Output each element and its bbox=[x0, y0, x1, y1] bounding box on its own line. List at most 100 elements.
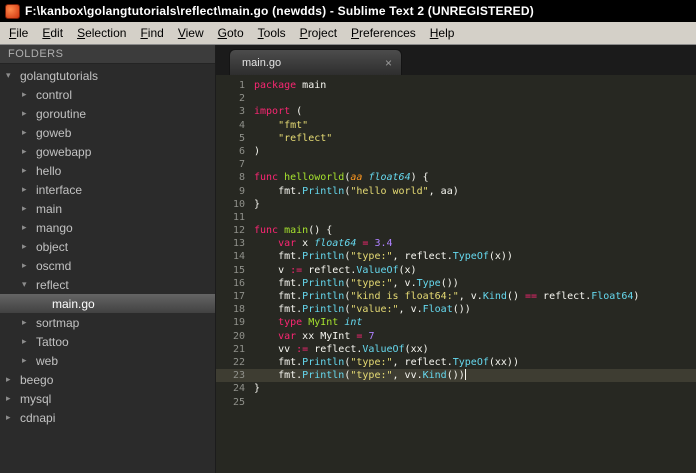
code-line[interactable]: 17 fmt.Println("kind is float64:", v.Kin… bbox=[216, 290, 696, 303]
chevron-right-icon[interactable]: ▸ bbox=[22, 165, 36, 176]
chevron-down-icon[interactable]: ▾ bbox=[6, 70, 20, 81]
code-line[interactable]: 8 func helloworld(aa float64) { bbox=[216, 171, 696, 184]
tree-item-mango[interactable]: ▸ mango bbox=[0, 218, 215, 237]
sidebar: FOLDERS ▾ golangtutorials ▸ control ▸ gorouti… bbox=[0, 45, 216, 473]
tree-item-beego[interactable]: ▸ beego bbox=[0, 370, 215, 389]
line-number: 6 bbox=[238, 145, 245, 157]
code-line[interactable]: 10} bbox=[216, 198, 696, 211]
code-line[interactable]: 7 bbox=[216, 158, 696, 171]
menu-item-preferences[interactable]: Preferences bbox=[344, 23, 423, 43]
code-text: var xx MyInt = 7 bbox=[278, 330, 375, 342]
chevron-right-icon[interactable]: ▸ bbox=[22, 336, 36, 347]
chevron-right-icon[interactable]: ▸ bbox=[6, 412, 20, 423]
line-number: 10 bbox=[232, 198, 245, 210]
tree-item-goweb[interactable]: ▸ goweb bbox=[0, 123, 215, 142]
code-line[interactable]: 13 var x float64 = 3.4 bbox=[216, 237, 696, 250]
code-line[interactable]: 3 import ( bbox=[216, 105, 696, 118]
menu-item-tools[interactable]: Tools bbox=[251, 23, 293, 43]
tree-item-web[interactable]: ▸ web bbox=[0, 351, 215, 370]
tree-item-gowebapp[interactable]: ▸ gowebapp bbox=[0, 142, 215, 161]
chevron-right-icon[interactable]: ▸ bbox=[22, 355, 36, 366]
menu-item-find[interactable]: Find bbox=[133, 23, 170, 43]
chevron-right-icon[interactable]: ▸ bbox=[6, 393, 20, 404]
chevron-right-icon[interactable]: ▸ bbox=[22, 108, 36, 119]
chevron-right-icon[interactable]: ▸ bbox=[22, 222, 36, 233]
menu-bar: File Edit Selection Find View Goto Tools Projec… bbox=[0, 22, 696, 45]
folders-header: FOLDERS bbox=[0, 45, 215, 64]
menu-item-view[interactable]: View bbox=[171, 23, 211, 43]
chevron-right-icon[interactable]: ▸ bbox=[6, 374, 20, 385]
tab-close-icon[interactable]: × bbox=[385, 57, 392, 69]
code-text: fmt.Println("type:", reflect.TypeOf(xx)) bbox=[254, 356, 519, 368]
menu-item-help[interactable]: Help bbox=[423, 23, 462, 43]
tab-bar: main.go × bbox=[216, 45, 696, 75]
chevron-right-icon[interactable]: ▸ bbox=[22, 317, 36, 328]
tab-main-go[interactable]: main.go × bbox=[229, 49, 402, 75]
line-number: 12 bbox=[232, 225, 245, 237]
code-line[interactable]: 2 bbox=[216, 92, 696, 105]
text-cursor bbox=[464, 369, 466, 381]
code-line[interactable]: 22 fmt.Println("type:", reflect.TypeOf(x… bbox=[216, 356, 696, 369]
code-text: func helloworld(aa float64) { bbox=[254, 172, 429, 184]
menu-item-selection[interactable]: Selection bbox=[70, 23, 133, 43]
title-bar[interactable]: F:\kanbox\golangtutorials\reflect\main.g… bbox=[0, 0, 696, 22]
code-line[interactable]: 21 vv := reflect.ValueOf(xx) bbox=[216, 343, 696, 356]
code-line[interactable]: 19 type MyInt int bbox=[216, 316, 696, 329]
line-number: 25 bbox=[232, 396, 245, 408]
menu-item-file[interactable]: File bbox=[2, 23, 35, 43]
code-line[interactable]: 24} bbox=[216, 382, 696, 395]
line-number: 19 bbox=[232, 317, 245, 329]
code-text: "reflect" bbox=[278, 132, 333, 144]
chevron-right-icon[interactable]: ▸ bbox=[22, 203, 36, 214]
code-line[interactable]: 12 func main() { bbox=[216, 224, 696, 237]
menu-item-project[interactable]: Project bbox=[293, 23, 344, 43]
tree-item-control[interactable]: ▸ control bbox=[0, 85, 215, 104]
tree-item-mysql[interactable]: ▸ mysql bbox=[0, 389, 215, 408]
code-line[interactable]: 25 bbox=[216, 396, 696, 409]
code-line[interactable]: 6) bbox=[216, 145, 696, 158]
line-number: 15 bbox=[232, 264, 245, 276]
code-line[interactable]: 9 fmt.Println("hello world", aa) bbox=[216, 185, 696, 198]
chevron-right-icon[interactable]: ▸ bbox=[22, 184, 36, 195]
code-area[interactable]: 1 package main 2 3 import (4 "fmt" 5 "reflect… bbox=[216, 75, 696, 473]
code-line[interactable]: 23 fmt.Println("type:", vv.Kind()) bbox=[216, 369, 696, 383]
tree-item-goroutine[interactable]: ▸ goroutine bbox=[0, 104, 215, 123]
code-text: fmt.Println("value:", v.Float()) bbox=[254, 304, 471, 316]
tree-item-reflect[interactable]: ▾ reflect bbox=[0, 275, 215, 294]
code-line[interactable]: 1 package main bbox=[216, 79, 696, 92]
line-number: 4 bbox=[238, 119, 245, 131]
menu-item-edit[interactable]: Edit bbox=[35, 23, 70, 43]
chevron-right-icon[interactable]: ▸ bbox=[22, 241, 36, 252]
code-line[interactable]: 5 "reflect" bbox=[216, 132, 696, 145]
line-number: 3 bbox=[238, 106, 245, 118]
chevron-down-icon[interactable]: ▾ bbox=[22, 279, 36, 290]
code-line[interactable]: 14 fmt.Println("type:", reflect.TypeOf(x… bbox=[216, 250, 696, 263]
code-line[interactable]: 20 var xx MyInt = 7 bbox=[216, 330, 696, 343]
code-line[interactable]: 16 fmt.Println("type:", v.Type()) bbox=[216, 277, 696, 290]
tree-item-label: control bbox=[36, 87, 73, 102]
code-line[interactable]: 15 v := reflect.ValueOf(x) bbox=[216, 264, 696, 277]
tree-item-cdnapi[interactable]: ▸ cdnapi bbox=[0, 408, 215, 427]
code-line[interactable]: 4 "fmt" bbox=[216, 119, 696, 132]
tree-item-main[interactable]: ▸ main bbox=[0, 199, 215, 218]
line-number: 17 bbox=[232, 291, 245, 302]
chevron-right-icon[interactable]: ▸ bbox=[22, 260, 36, 271]
code-line[interactable]: 18 fmt.Println("value:", v.Float()) bbox=[216, 303, 696, 316]
tree-item-interface[interactable]: ▸ interface bbox=[0, 180, 215, 199]
tree-item-sortmap[interactable]: ▸ sortmap bbox=[0, 313, 215, 332]
tree-item-tattoo[interactable]: ▸ Tattoo bbox=[0, 332, 215, 351]
chevron-right-icon[interactable]: ▸ bbox=[22, 127, 36, 138]
tree-item-hello[interactable]: ▸ hello bbox=[0, 161, 215, 180]
tree-item-label: oscmd bbox=[36, 258, 72, 273]
tree-item-main-go[interactable]: main.go bbox=[0, 294, 215, 313]
menu-item-goto[interactable]: Goto bbox=[211, 23, 251, 43]
tree-item-object[interactable]: ▸ object bbox=[0, 237, 215, 256]
tree-item-golangtutorials[interactable]: ▾ golangtutorials bbox=[0, 66, 215, 85]
tree-item-oscmd[interactable]: ▸ oscmd bbox=[0, 256, 215, 275]
tree-item-label: mango bbox=[36, 220, 73, 235]
line-number: 5 bbox=[238, 132, 245, 144]
chevron-right-icon[interactable]: ▸ bbox=[22, 89, 36, 100]
chevron-right-icon[interactable]: ▸ bbox=[22, 146, 36, 157]
code-text: var x float64 = 3.4 bbox=[278, 238, 393, 250]
code-line[interactable]: 11 bbox=[216, 211, 696, 224]
